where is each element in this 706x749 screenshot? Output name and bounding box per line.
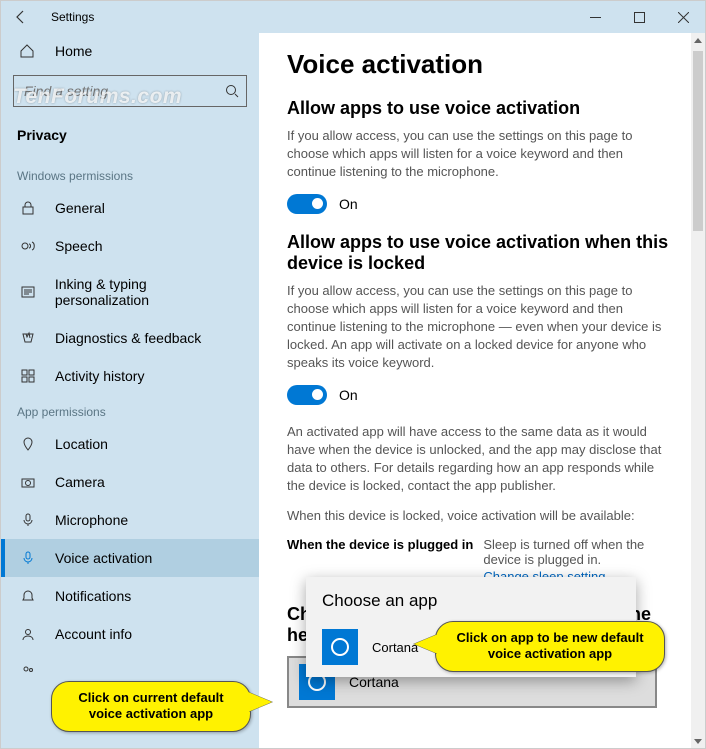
bell-icon — [19, 589, 37, 603]
account-icon — [19, 627, 37, 641]
voice-icon — [19, 551, 37, 565]
scrollbar[interactable] — [691, 33, 705, 748]
nav-label: Location — [55, 436, 108, 452]
search-box[interactable] — [13, 75, 247, 107]
maximize-button[interactable] — [617, 1, 661, 33]
popup-item-name: Cortana — [372, 640, 418, 655]
toggle-voice-activation[interactable] — [287, 194, 327, 214]
group-windows-permissions: Windows permissions — [1, 159, 259, 189]
category-privacy: Privacy — [1, 119, 259, 159]
toggle-label: On — [339, 387, 358, 403]
search-input[interactable] — [14, 83, 218, 99]
sidebar-item-speech[interactable]: Speech — [1, 227, 259, 265]
section-2-note: An activated app will have access to the… — [287, 423, 667, 496]
window-title: Settings — [51, 10, 573, 24]
section-1-title: Allow apps to use voice activation — [287, 98, 677, 119]
callout-text: Click on app to be new default voice act… — [456, 630, 643, 661]
section-1-desc: If you allow access, you can use the set… — [287, 127, 667, 182]
toggle-label: On — [339, 196, 358, 212]
lock-icon — [19, 201, 37, 215]
popup-title: Choose an app — [322, 591, 620, 611]
sidebar-home[interactable]: Home — [1, 33, 259, 69]
toggle-locked-activation[interactable] — [287, 385, 327, 405]
sidebar-item-inking[interactable]: Inking & typing personalization — [1, 265, 259, 319]
microphone-icon — [19, 513, 37, 527]
minimize-button[interactable] — [573, 1, 617, 33]
location-icon — [19, 437, 37, 451]
sidebar-item-location[interactable]: Location — [1, 425, 259, 463]
cortana-tile-icon — [322, 629, 358, 665]
sidebar-item-microphone[interactable]: Microphone — [1, 501, 259, 539]
sidebar-item-account[interactable]: Account info — [1, 615, 259, 653]
nav-label: Microphone — [55, 512, 128, 528]
contacts-icon — [19, 664, 37, 678]
sidebar-item-general[interactable]: General — [1, 189, 259, 227]
scroll-thumb[interactable] — [693, 51, 703, 231]
group-app-permissions: App permissions — [1, 395, 259, 425]
sidebar-item-notifications[interactable]: Notifications — [1, 577, 259, 615]
home-icon — [19, 43, 37, 59]
callout-current-app: Click on current default voice activatio… — [51, 681, 251, 732]
close-button[interactable] — [661, 1, 705, 33]
nav-label: Inking & typing personalization — [55, 276, 243, 308]
plugged-desc: Sleep is turned off when the device is p… — [483, 537, 644, 567]
speech-icon — [19, 239, 37, 253]
sidebar-item-camera[interactable]: Camera — [1, 463, 259, 501]
search-icon — [218, 84, 246, 98]
history-icon — [19, 369, 37, 383]
sidebar: Home TenForums.com Privacy Windows permi… — [1, 33, 259, 748]
sidebar-item-diagnostics[interactable]: Diagnostics & feedback — [1, 319, 259, 357]
scroll-up-arrow[interactable] — [691, 33, 705, 47]
callout-text: Click on current default voice activatio… — [78, 690, 223, 721]
back-button[interactable] — [1, 1, 41, 33]
nav-label: Speech — [55, 238, 102, 254]
nav-label: Voice activation — [55, 550, 152, 566]
sidebar-item-activity[interactable]: Activity history — [1, 357, 259, 395]
nav-label: Account info — [55, 626, 132, 642]
nav-label: Activity history — [55, 368, 144, 384]
section-2-desc: If you allow access, you can use the set… — [287, 282, 667, 373]
nav-label: General — [55, 200, 105, 216]
sidebar-item-voice-activation[interactable]: Voice activation — [1, 539, 259, 577]
page-title: Voice activation — [287, 49, 677, 80]
diagnostics-icon — [19, 331, 37, 345]
nav-label: Diagnostics & feedback — [55, 330, 201, 346]
camera-icon — [19, 475, 37, 489]
callout-new-app: Click on app to be new default voice act… — [435, 621, 665, 672]
section-2-avail: When this device is locked, voice activa… — [287, 507, 667, 525]
section-2-title: Allow apps to use voice activation when … — [287, 232, 677, 274]
nav-label: Notifications — [55, 588, 131, 604]
titlebar: Settings — [1, 1, 705, 33]
inking-icon — [19, 285, 37, 299]
home-label: Home — [55, 43, 92, 59]
scroll-down-arrow[interactable] — [691, 734, 705, 748]
nav-label: Camera — [55, 474, 105, 490]
